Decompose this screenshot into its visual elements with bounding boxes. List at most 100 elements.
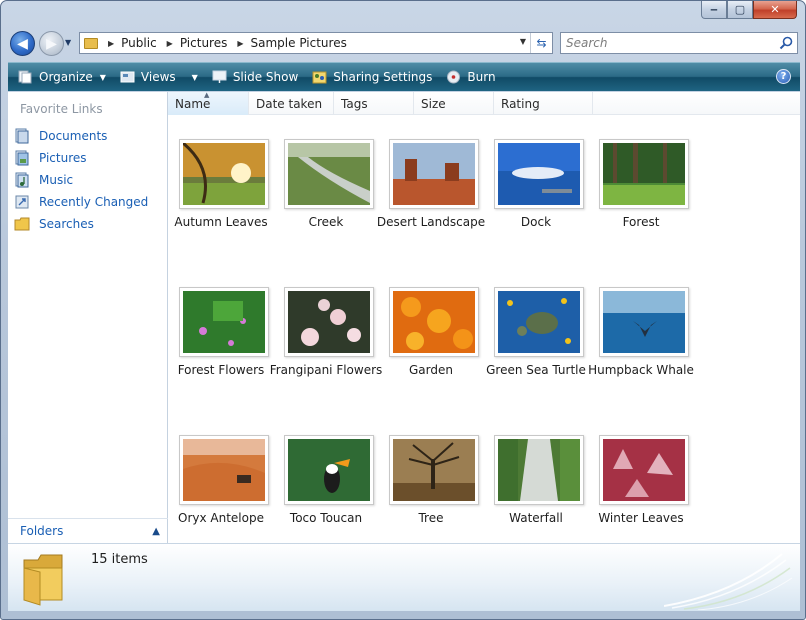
chevron-up-icon: ▲ — [152, 525, 160, 537]
navigation-pane: Favorite Links Documents Pictures Music … — [8, 92, 168, 543]
image-thumbnail — [389, 139, 479, 209]
image-thumbnail — [599, 287, 689, 357]
nav-link-label: Searches — [39, 217, 94, 231]
music-icon — [15, 172, 29, 188]
details-pane: 15 items — [8, 543, 800, 611]
image-thumbnail — [494, 139, 584, 209]
refresh-button[interactable]: ⇆ — [530, 33, 552, 53]
recently-changed-icon — [15, 195, 29, 209]
nav-link-searches[interactable]: Searches — [14, 213, 148, 235]
column-header-name[interactable]: ▲ Name — [168, 91, 249, 115]
decorative-swoosh-icon — [664, 553, 793, 610]
nav-link-label: Music — [39, 173, 74, 187]
column-header-size[interactable]: Size — [414, 92, 494, 115]
nav-link-pictures[interactable]: Pictures — [14, 147, 148, 169]
views-icon — [120, 71, 135, 83]
search-placeholder: Search — [566, 36, 608, 50]
views-button[interactable]: Views ▼ — [120, 63, 198, 91]
nav-link-label: Documents — [39, 129, 108, 143]
column-label: Rating — [501, 96, 540, 111]
sharing-settings-button[interactable]: Sharing Settings — [312, 63, 432, 91]
image-thumbnail — [284, 435, 374, 505]
organize-icon — [18, 70, 32, 84]
address-bar[interactable]: ▶ Public ▶ Pictures ▶ Sample Pictures ▼ … — [79, 32, 553, 54]
back-button[interactable]: ◀ — [10, 31, 35, 56]
column-label: Tags — [341, 96, 368, 111]
chevron-right-icon[interactable]: ▶ — [108, 39, 114, 48]
views-label: Views — [140, 70, 176, 84]
image-thumbnail — [284, 287, 374, 357]
column-label: Date taken — [256, 96, 323, 111]
column-header-rating[interactable]: Rating — [494, 92, 593, 115]
nav-link-documents[interactable]: Documents — [14, 125, 148, 147]
image-thumbnail — [179, 139, 269, 209]
file-tile-humpback-whale[interactable]: Humpback Whale — [588, 287, 694, 435]
slideshow-button[interactable]: Slide Show — [212, 63, 298, 91]
search-icon[interactable] — [779, 36, 793, 50]
image-thumbnail — [389, 287, 479, 357]
sort-ascending-icon: ▲ — [204, 91, 210, 99]
nav-link-recently-changed[interactable]: Recently Changed — [14, 191, 148, 213]
nav-link-label: Recently Changed — [39, 195, 149, 209]
folders-toggle[interactable]: Folders ▲ — [8, 518, 168, 543]
file-tile-creek[interactable]: Creek — [274, 139, 379, 287]
image-thumbnail — [389, 435, 479, 505]
forward-button[interactable]: ▶ — [39, 31, 64, 56]
column-label: Size — [421, 96, 446, 111]
column-header-date-taken[interactable]: Date taken — [249, 92, 334, 115]
chevron-right-icon[interactable]: ▶ — [167, 39, 173, 48]
image-thumbnail — [599, 435, 689, 505]
image-thumbnail — [599, 139, 689, 209]
slideshow-icon — [212, 70, 227, 83]
nav-link-music[interactable]: Music — [14, 169, 148, 191]
column-header-tags[interactable]: Tags — [334, 92, 414, 115]
organize-button[interactable]: Organize ▼ — [18, 63, 106, 91]
slideshow-label: Slide Show — [232, 70, 299, 84]
file-name-label: Winter Leaves — [598, 511, 684, 525]
folder-icon — [84, 37, 98, 49]
arrow-right-icon: ▶ — [46, 35, 57, 52]
file-tile-green-sea-turtle[interactable]: Green Sea Turtle — [484, 287, 589, 435]
search-input[interactable]: Search — [560, 32, 798, 54]
minimize-button[interactable]: ‒ — [701, 1, 727, 19]
documents-icon — [15, 128, 29, 144]
organize-label: Organize — [39, 70, 93, 84]
image-thumbnail — [179, 287, 269, 357]
breadcrumb-sample-pictures[interactable]: Sample Pictures — [251, 36, 347, 50]
image-thumbnail — [494, 287, 584, 357]
arrow-left-icon: ◀ — [17, 35, 28, 52]
close-button[interactable]: ✕ — [753, 1, 797, 19]
breadcrumb-pictures[interactable]: Pictures — [180, 36, 228, 50]
file-tile-forest[interactable]: Forest — [589, 139, 694, 287]
image-thumbnail — [179, 435, 269, 505]
pictures-icon — [15, 150, 29, 166]
searches-folder-icon — [14, 217, 30, 231]
favorite-links-heading: Favorite Links — [20, 102, 103, 116]
file-name-label: Humpback Whale — [588, 363, 694, 377]
burn-button[interactable]: Burn — [446, 63, 496, 91]
file-tile-forest-flowers[interactable]: Forest Flowers — [169, 287, 274, 435]
image-thumbnail — [284, 139, 374, 209]
file-tile-frangipani-flowers[interactable]: Frangipani Flowers — [270, 287, 382, 435]
file-name-label: Forest — [622, 215, 660, 229]
file-tile-desert-landscape[interactable]: Desert Landscape — [377, 139, 485, 287]
help-icon[interactable]: ? — [776, 69, 791, 84]
chevron-down-icon: ▼ — [99, 72, 106, 82]
address-dropdown-icon[interactable]: ▼ — [520, 37, 526, 46]
maximize-button[interactable]: ▢ — [727, 1, 753, 19]
chevron-right-icon[interactable]: ▶ — [237, 39, 243, 48]
column-headers: ▲ Name Date taken Tags Size Rating — [168, 91, 800, 115]
item-count: 15 items — [91, 552, 148, 567]
breadcrumb-public[interactable]: Public — [121, 36, 157, 50]
sharing-label: Sharing Settings — [333, 70, 433, 84]
burn-disc-icon — [447, 70, 461, 84]
refresh-icon: ⇆ — [536, 36, 547, 50]
caption-buttons: ‒ ▢ ✕ — [701, 1, 797, 20]
file-tile-garden[interactable]: Garden — [379, 287, 484, 435]
file-tile-dock[interactable]: Dock — [484, 139, 589, 287]
file-tile-autumn-leaves[interactable]: Autumn Leaves — [169, 139, 274, 287]
folders-label: Folders — [20, 524, 64, 538]
command-toolbar: Organize ▼ Views ▼ Slide Show Sharing Se… — [8, 62, 800, 91]
recent-pages-dropdown[interactable]: ▼ — [65, 38, 71, 47]
file-list-view: ▲ Name Date taken Tags Size Rating Autum… — [168, 91, 800, 543]
